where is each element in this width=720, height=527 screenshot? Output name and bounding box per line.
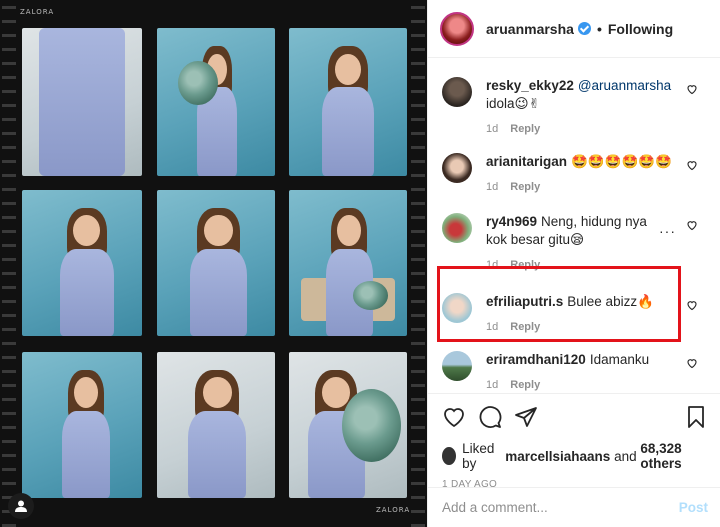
- photo-3: [289, 28, 407, 176]
- photo-7: [22, 352, 142, 498]
- liker-username[interactable]: marcellsiahaans: [505, 449, 610, 464]
- post-actions: Liked by marcellsiahaans and 68,328 othe…: [428, 393, 720, 490]
- photo-9: [289, 352, 407, 498]
- comment-username[interactable]: eriramdhani120: [486, 352, 586, 367]
- post-comment-button[interactable]: Post: [679, 500, 708, 515]
- comment-icon[interactable]: [478, 405, 502, 429]
- commenter-avatar[interactable]: [442, 213, 472, 243]
- verified-badge-icon: [577, 21, 591, 35]
- comment-item: arianitarigan 🤩🤩🤩🤩🤩🤩 1d Reply: [442, 153, 708, 193]
- reply-button[interactable]: Reply: [510, 259, 540, 271]
- comment-age[interactable]: 1d: [486, 259, 498, 271]
- heart-icon[interactable]: [686, 159, 698, 171]
- photo-1: [22, 28, 142, 176]
- post-header: aruanmarsha • Following: [428, 0, 720, 58]
- comment-mention[interactable]: @aruanmarsha: [578, 78, 671, 93]
- following-button[interactable]: Following: [608, 21, 673, 37]
- comment-username[interactable]: arianitarigan: [486, 154, 567, 169]
- comment-age[interactable]: 1d: [486, 123, 498, 135]
- author-username[interactable]: aruanmarsha: [486, 21, 574, 37]
- comment-text: Bulee abizz🔥: [567, 294, 654, 309]
- photo-4: [22, 190, 142, 336]
- comment-text: 🤩🤩🤩🤩🤩🤩: [571, 154, 672, 169]
- comment-age[interactable]: 1d: [486, 321, 498, 333]
- photo-2: [157, 28, 275, 176]
- tagged-user-button[interactable]: [8, 493, 34, 519]
- commenter-avatar[interactable]: [442, 293, 472, 323]
- separator-dot: •: [596, 20, 602, 37]
- comment-username[interactable]: resky_ekky22: [486, 78, 574, 93]
- comments-list[interactable]: resky_ekky22 @aruanmarsha idola😉✌ 1d Reply …: [428, 59, 720, 393]
- comment-input[interactable]: [442, 500, 679, 515]
- photo-6: [289, 190, 407, 336]
- film-strip-left: [2, 0, 16, 527]
- likes-count-link[interactable]: 68,328 others: [640, 441, 708, 471]
- commenter-avatar[interactable]: [442, 77, 472, 107]
- bookmark-icon[interactable]: [684, 405, 708, 429]
- likes-summary: Liked by marcellsiahaans and 68,328 othe…: [442, 441, 708, 471]
- likes-connector: and: [614, 448, 637, 464]
- comment-options-button[interactable]: ···: [659, 223, 676, 239]
- photo-8: [157, 352, 275, 498]
- user-icon: [15, 500, 27, 512]
- photo-5: [157, 190, 275, 336]
- heart-icon[interactable]: [686, 219, 698, 231]
- heart-icon[interactable]: [686, 357, 698, 369]
- likes-prefix: Liked by: [462, 441, 495, 471]
- comment-item: ry4n969 Neng, hidung nya kok besar gitu😪 …: [442, 213, 708, 271]
- comment-item: resky_ekky22 @aruanmarsha idola😉✌ 1d Reply: [442, 77, 708, 135]
- heart-icon[interactable]: [686, 299, 698, 311]
- comment-age[interactable]: 1d: [486, 379, 498, 391]
- comment-item: efriliaputri.s Bulee abizz🔥 1d Reply: [442, 293, 708, 333]
- film-brand-label-bottom: ZALORA: [376, 506, 411, 514]
- liker-avatar[interactable]: [442, 447, 457, 465]
- author-info: aruanmarsha • Following: [486, 21, 673, 37]
- film-strip-right: [411, 0, 425, 527]
- comment-username[interactable]: ry4n969: [486, 214, 537, 229]
- comment-text: idola😉✌: [486, 96, 540, 111]
- reply-button[interactable]: Reply: [510, 321, 540, 333]
- commenter-avatar[interactable]: [442, 153, 472, 183]
- reply-button[interactable]: Reply: [510, 123, 540, 135]
- add-comment-bar: Post: [428, 487, 720, 527]
- post-sidebar: aruanmarsha • Following resky_ekky22 @aruan…: [427, 0, 720, 527]
- comment-item: eriramdhani120 Idamanku 1d Reply: [442, 351, 708, 391]
- share-icon[interactable]: [514, 405, 538, 429]
- comment-username[interactable]: efriliaputri.s: [486, 294, 563, 309]
- comment-text: Idamanku: [589, 352, 650, 367]
- author-avatar[interactable]: [440, 11, 474, 46]
- commenter-avatar[interactable]: [442, 351, 472, 381]
- film-brand-label: ZALORA: [20, 8, 55, 16]
- reply-button[interactable]: Reply: [510, 181, 540, 193]
- heart-icon[interactable]: [686, 83, 698, 95]
- reply-button[interactable]: Reply: [510, 379, 540, 391]
- like-heart-icon[interactable]: [442, 405, 466, 429]
- post-image[interactable]: ZALORA ZALORA: [0, 0, 427, 527]
- comment-age[interactable]: 1d: [486, 181, 498, 193]
